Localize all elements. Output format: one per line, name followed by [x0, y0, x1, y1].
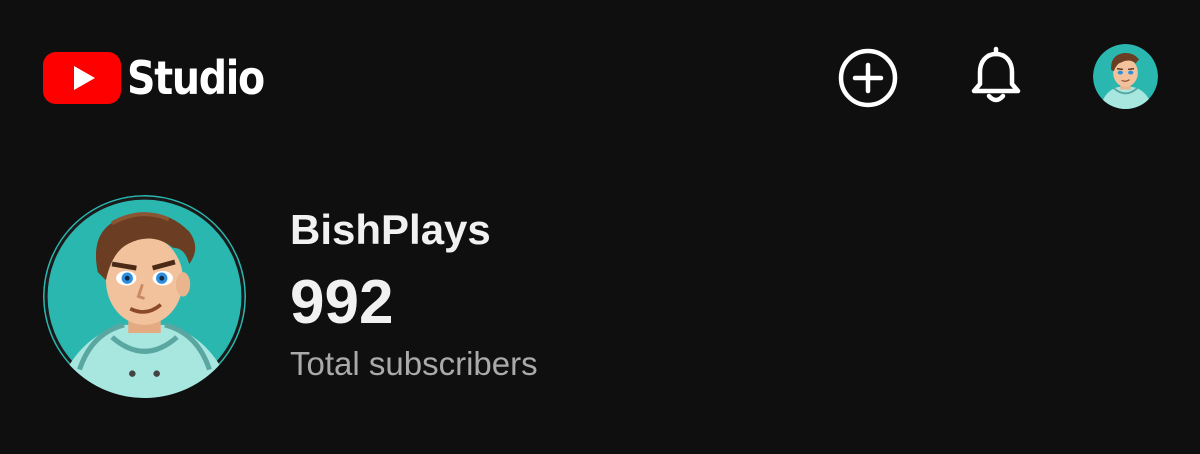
notifications-bell-icon[interactable]: [964, 44, 1028, 108]
account-avatar[interactable]: [1093, 44, 1158, 109]
subscriber-label: Total subscribers: [290, 345, 538, 382]
create-plus-circle-icon[interactable]: [836, 46, 900, 110]
youtube-studio-logo[interactable]: Studio: [43, 50, 286, 106]
channel-avatar-image: [43, 195, 246, 398]
channel-avatar[interactable]: [43, 195, 246, 398]
avatar-image: [1093, 44, 1158, 109]
subscriber-count: 992: [290, 268, 394, 337]
channel-name: BishPlays: [290, 206, 491, 253]
app-name: Studio: [127, 51, 265, 105]
channel-info: BishPlays 992 Total subscribers: [290, 200, 538, 386]
youtube-play-icon: [43, 52, 121, 104]
top-app-bar: Studio: [0, 0, 1200, 150]
